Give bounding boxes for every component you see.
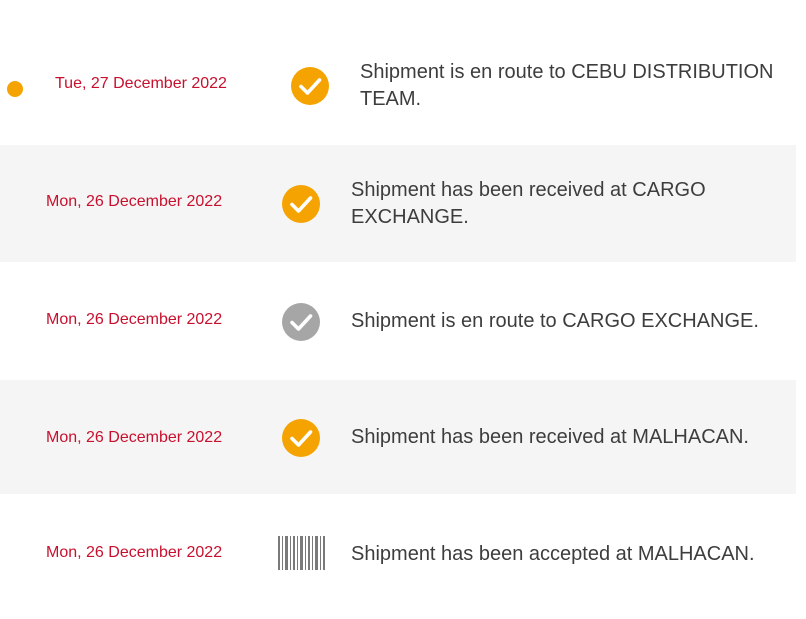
timeline-row: Tue, 27 December 2022 Shipment is en rou… xyxy=(0,28,796,145)
event-date: Mon, 26 December 2022 xyxy=(46,429,223,446)
event-description: Shipment is en route to CEBU DISTRIBUTIO… xyxy=(360,61,774,110)
event-date: Mon, 26 December 2022 xyxy=(46,544,223,561)
event-description: Shipment has been received at MALHACAN. xyxy=(351,426,749,448)
event-description: Shipment is en route to CARGO EXCHANGE. xyxy=(351,310,759,332)
timeline-row: Mon, 26 December 2022 Shipment has been … xyxy=(0,145,796,262)
tracking-timeline: Tue, 27 December 2022 Shipment is en rou… xyxy=(0,28,796,614)
check-circle-icon xyxy=(290,66,330,106)
timeline-row: Mon, 26 December 2022 Shipment has been … xyxy=(0,380,796,494)
event-date: Mon, 26 December 2022 xyxy=(46,193,223,210)
event-description: Shipment has been accepted at MALHACAN. xyxy=(351,543,755,565)
check-circle-icon xyxy=(281,418,321,458)
barcode-icon xyxy=(278,536,325,570)
check-circle-icon xyxy=(281,302,321,342)
current-status-dot xyxy=(7,81,23,97)
timeline-row: Mon, 26 December 2022 Shipment is en rou… xyxy=(0,262,796,380)
event-description: Shipment has been received at CARGO EXCH… xyxy=(351,179,706,228)
event-date: Tue, 27 December 2022 xyxy=(55,75,227,92)
timeline-row: Mon, 26 December 2022 Shipment has been … xyxy=(0,494,796,614)
check-circle-icon xyxy=(281,184,321,224)
event-date: Mon, 26 December 2022 xyxy=(46,311,223,328)
